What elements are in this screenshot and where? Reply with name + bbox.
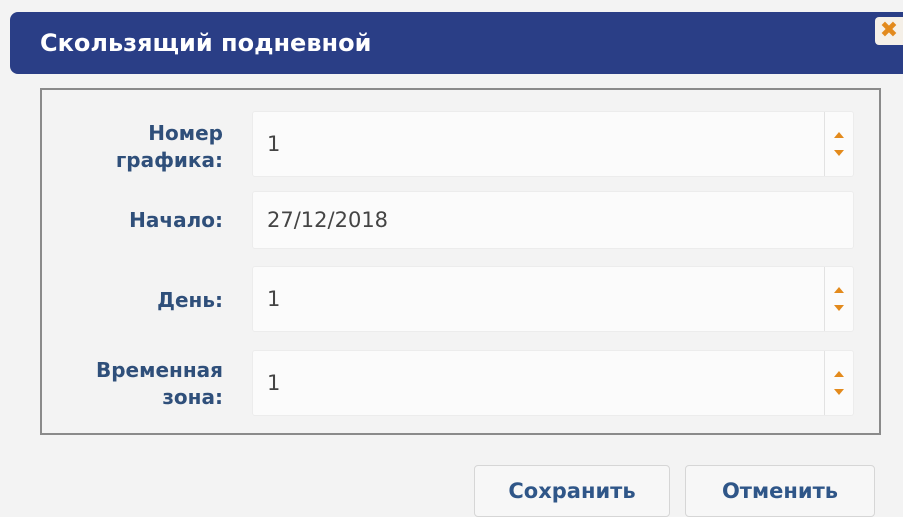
schedule-number-label-line2: графика: (115, 148, 223, 172)
close-icon: ✖ (879, 18, 899, 43)
time-zone-spinner[interactable] (824, 351, 853, 415)
schedule-number-value: 1 (267, 132, 281, 156)
start-label: Начало: (129, 208, 223, 232)
schedule-number-label-line1: Номер (148, 121, 223, 145)
cancel-button[interactable]: Отменить (685, 465, 875, 517)
decrement-icon[interactable] (834, 150, 844, 156)
save-button[interactable]: Сохранить (474, 465, 670, 517)
start-date-value: 27/12/2018 (267, 208, 389, 232)
day-stepper[interactable]: 1 (252, 266, 854, 332)
close-button[interactable]: ✖ (875, 17, 903, 45)
schedule-number-label: Номер графика: (33, 120, 223, 174)
time-zone-stepper[interactable]: 1 (252, 350, 854, 416)
time-zone-value: 1 (267, 371, 281, 395)
decrement-icon[interactable] (834, 305, 844, 311)
start-date-field[interactable]: 27/12/2018 (252, 191, 854, 249)
increment-icon[interactable] (834, 371, 844, 377)
time-zone-label-line2: зона: (162, 385, 223, 409)
dialog-title: Скользящий подневной (40, 29, 372, 57)
time-zone-label: Временная зона: (33, 357, 223, 411)
increment-icon[interactable] (834, 287, 844, 293)
schedule-number-spinner[interactable] (824, 112, 853, 176)
time-zone-label-line1: Временная (95, 358, 223, 382)
schedule-number-stepper[interactable]: 1 (252, 111, 854, 177)
day-value: 1 (267, 287, 281, 311)
day-spinner[interactable] (824, 267, 853, 331)
increment-icon[interactable] (834, 132, 844, 138)
dialog-window: Скользящий подневной ✖ Номер графика: 1 … (0, 0, 903, 517)
decrement-icon[interactable] (834, 389, 844, 395)
dialog-titlebar: Скользящий подневной (10, 12, 903, 74)
day-label: День: (157, 288, 223, 312)
